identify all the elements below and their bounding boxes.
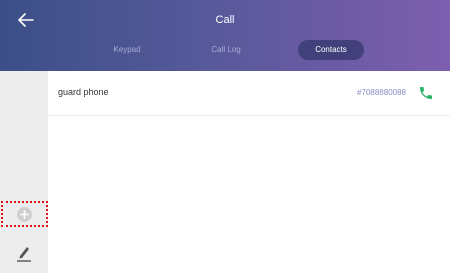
contact-row[interactable]: guard phone #7088880088	[48, 71, 450, 116]
app-header: Call Keypad Call Log Contacts	[0, 0, 450, 71]
add-contact-button[interactable]	[17, 207, 32, 222]
tab-keypad[interactable]: Keypad	[100, 40, 154, 60]
sidebar	[0, 71, 48, 273]
plus-circle-icon	[20, 210, 29, 219]
tab-call-log[interactable]: Call Log	[199, 40, 253, 60]
tab-contacts[interactable]: Contacts	[298, 40, 364, 60]
pencil-icon	[17, 247, 31, 262]
contact-name: guard phone	[58, 87, 109, 97]
contact-list: guard phone #7088880088	[48, 71, 450, 273]
edit-contacts-button[interactable]	[14, 242, 34, 264]
contact-number: #7088880088	[357, 88, 406, 97]
call-button[interactable]	[418, 85, 434, 101]
page-title: Call	[215, 14, 235, 26]
phone-icon	[420, 87, 432, 99]
